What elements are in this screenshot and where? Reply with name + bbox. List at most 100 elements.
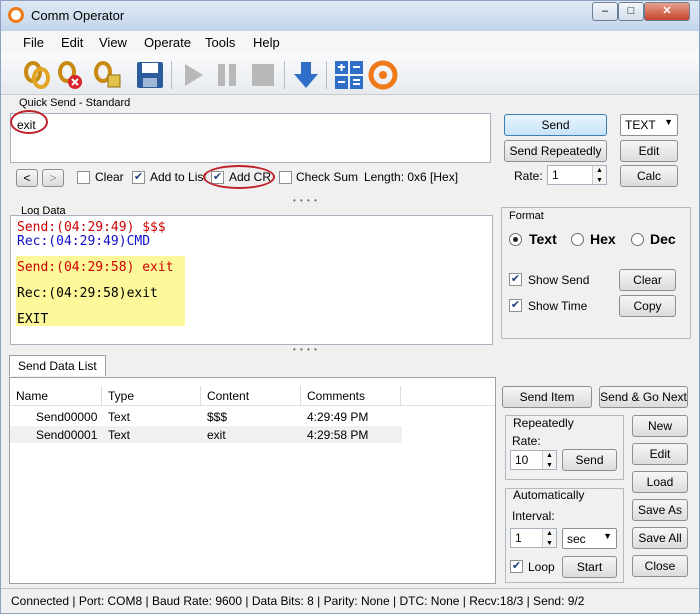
add-to-list-label: Add to List [150,170,207,184]
connect-settings-icon[interactable] [91,59,123,91]
list-send-button[interactable]: Send [562,449,617,471]
new-button[interactable]: New [632,415,688,437]
log-copy-button[interactable]: Copy [619,295,676,317]
log-output[interactable]: Send:(04:29:49) $$$ Rec:(04:29:49)CMD Se… [10,215,493,345]
cell-comments: 4:29:58 PM [307,428,369,442]
quick-send-label: Quick Send - Standard [19,97,131,109]
column-header-comments[interactable]: Comments [301,386,401,406]
menu-view[interactable]: View [99,35,127,50]
interval-stepper[interactable]: 1 ▲ ▼ [510,528,557,548]
cell-content: exit [207,428,226,442]
send-button[interactable]: Send [504,114,607,136]
format-value: TEXT [625,118,656,132]
interval-unit-select[interactable]: sec ▼ [562,528,617,549]
start-button[interactable]: Start [562,556,617,578]
log-line: Rec:(04:29:58)exit [17,286,158,301]
dec-radio-label: Dec [650,231,676,247]
next-button[interactable]: > [42,169,64,187]
cell-name: Send00000 [36,410,98,424]
send-item-button[interactable]: Send Item [502,386,592,408]
prev-button[interactable]: < [16,169,38,187]
list-rate-value: 10 [515,453,529,467]
disconnect-icon[interactable] [55,59,87,91]
menu-edit[interactable]: Edit [61,35,83,50]
stop-icon[interactable] [247,59,279,91]
annotation-circle [10,110,48,134]
log-line: Send:(04:29:58) exit [17,260,174,275]
chevron-down-icon: ▼ [603,531,612,541]
status-bar: Connected | Port: COM8 | Baud Rate: 9600… [1,588,699,613]
log-clear-button[interactable]: Clear [619,269,676,291]
close-window-button[interactable]: ✕ [644,2,690,21]
menu-file[interactable]: File [23,35,44,50]
show-send-checkbox[interactable]: ✔ [509,273,522,286]
add-to-list-checkbox[interactable]: ✔ [132,171,145,184]
show-time-checkbox[interactable]: ✔ [509,299,522,312]
table-row[interactable]: Send00000 Text $$$ 4:29:49 PM [10,408,402,425]
list-rate-label: Rate: [512,434,541,448]
save-all-button[interactable]: Save All [632,527,688,549]
splitter-gripper[interactable]: • • • • [293,345,318,354]
quick-send-input[interactable]: exit [10,113,491,163]
automatically-label: Automatically [513,488,585,502]
close-list-button[interactable]: Close [632,555,688,577]
calculator-icon[interactable] [333,59,365,91]
format-label: Format [509,210,544,222]
log-line: Rec:(04:29:49)CMD [17,234,151,249]
text-radio-label: Text [529,231,557,247]
cell-name: Send00001 [36,428,98,442]
column-header-content[interactable]: Content [201,386,301,406]
menu-help[interactable]: Help [253,35,280,50]
text-radio[interactable] [509,233,522,246]
maximize-button[interactable]: □ [618,2,644,21]
dec-radio[interactable] [631,233,644,246]
chevron-down-icon: ▼ [664,117,673,127]
log-line: Send:(04:29:49) $$$ [17,220,166,235]
clear-label: Clear [95,170,124,184]
spin-arrows-icon[interactable]: ▲ ▼ [542,451,556,469]
save-icon[interactable] [134,59,166,91]
download-arrow-icon[interactable] [290,59,322,91]
cell-comments: 4:29:49 PM [307,410,369,424]
clear-checkbox[interactable] [77,171,90,184]
calc-button[interactable]: Calc [620,165,678,187]
edit-button[interactable]: Edit [620,140,678,162]
connect-icon[interactable] [21,59,53,91]
annotation-circle [203,165,275,189]
spin-arrows-icon[interactable]: ▲ ▼ [542,529,556,547]
hex-radio[interactable] [571,233,584,246]
check-sum-checkbox[interactable] [279,171,292,184]
repeatedly-label: Repeatedly [513,416,574,430]
column-header-name[interactable]: Name [10,386,102,406]
menu-operate[interactable]: Operate [144,35,191,50]
send-go-next-button[interactable]: Send & Go Next [599,386,688,408]
column-header-type[interactable]: Type [102,386,201,406]
rate-stepper[interactable]: 1 ▲ ▼ [547,165,607,185]
splitter-gripper[interactable]: • • • • [293,196,318,205]
send-repeatedly-button[interactable]: Send Repeatedly [504,140,607,162]
pause-icon[interactable] [211,59,243,91]
interval-value: 1 [515,531,522,545]
interval-label: Interval: [512,509,555,523]
load-button[interactable]: Load [632,471,688,493]
length-readout: Length: 0x6 [Hex] [364,170,459,184]
save-as-button[interactable]: Save As [632,499,688,521]
cell-type: Text [108,428,131,442]
send-data-table: Name Type Content Comments Send00000 Tex… [9,377,496,584]
list-edit-button[interactable]: Edit [632,443,688,465]
minimize-button[interactable]: – [592,2,618,21]
about-logo-icon[interactable] [367,59,399,91]
menu-tools[interactable]: Tools [205,35,235,50]
format-select[interactable]: TEXT ▼ [620,114,678,136]
table-row[interactable]: Send00001 Text exit 4:29:58 PM [10,426,402,443]
menu-bar: File Edit View Operate Tools Help [1,31,699,53]
tab-send-data-list[interactable]: Send Data List [9,355,106,376]
list-rate-stepper[interactable]: 10 ▲ ▼ [510,450,557,470]
play-icon[interactable] [177,59,209,91]
spin-arrows-icon[interactable]: ▲ ▼ [592,166,606,184]
show-time-label: Show Time [528,299,588,313]
cell-content: $$$ [207,410,228,424]
loop-checkbox[interactable]: ✔ [510,560,523,573]
hex-radio-label: Hex [590,231,616,247]
check-sum-label: Check Sum [296,170,359,184]
